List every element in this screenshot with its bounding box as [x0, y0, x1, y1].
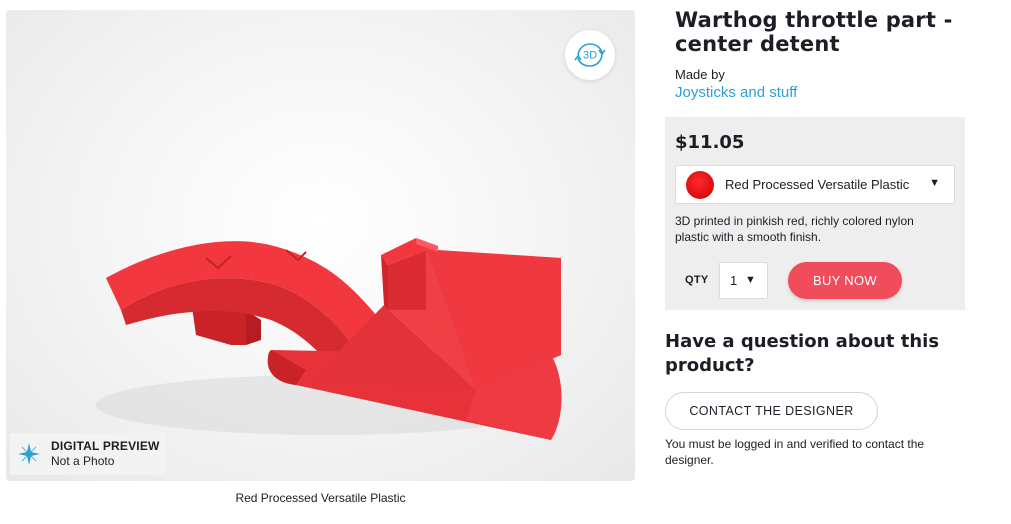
designer-link[interactable]: Joysticks and stuff: [675, 84, 797, 101]
chevron-down-icon: ▼: [745, 274, 756, 286]
price: $11.05: [675, 132, 745, 153]
view-3d-button[interactable]: 3D: [565, 30, 615, 80]
quantity-value: 1: [730, 273, 738, 288]
qty-label: QTY: [685, 274, 709, 286]
material-swatch: [686, 170, 714, 199]
purchase-panel: $11.05 Red Processed Versatile Plastic ▼…: [665, 117, 965, 310]
product-title: Warthog throttle part - center detent: [675, 8, 953, 56]
sparkle-icon: [18, 443, 40, 465]
model-viewer[interactable]: 3D DIGITAL PREVIEW Not a Photo: [6, 10, 635, 481]
model-render[interactable]: [6, 10, 635, 481]
chevron-down-icon: ▼: [929, 177, 940, 189]
badge-title: DIGITAL PREVIEW: [51, 439, 160, 453]
material-label: Red Processed Versatile Plastic: [725, 177, 910, 192]
quantity-dropdown[interactable]: 1 ▼: [719, 262, 768, 299]
material-caption: Red Processed Versatile Plastic: [235, 491, 406, 505]
material-description: 3D printed in pinkish red, richly colore…: [675, 214, 914, 244]
view-3d-label: 3D: [583, 50, 597, 62]
material-dropdown[interactable]: Red Processed Versatile Plastic ▼: [675, 165, 955, 204]
buy-now-button[interactable]: BUY NOW: [788, 262, 902, 299]
contact-note: You must be logged in and verified to co…: [665, 437, 925, 467]
contact-designer-button[interactable]: CONTACT THE DESIGNER: [665, 392, 878, 430]
question-heading: Have a question about this product?: [665, 331, 940, 376]
badge-subtitle: Not a Photo: [51, 454, 115, 468]
digital-preview-badge: DIGITAL PREVIEW Not a Photo: [10, 433, 166, 475]
rotate-3d-icon: 3D: [574, 43, 606, 67]
made-by-label: Made by: [675, 67, 725, 82]
